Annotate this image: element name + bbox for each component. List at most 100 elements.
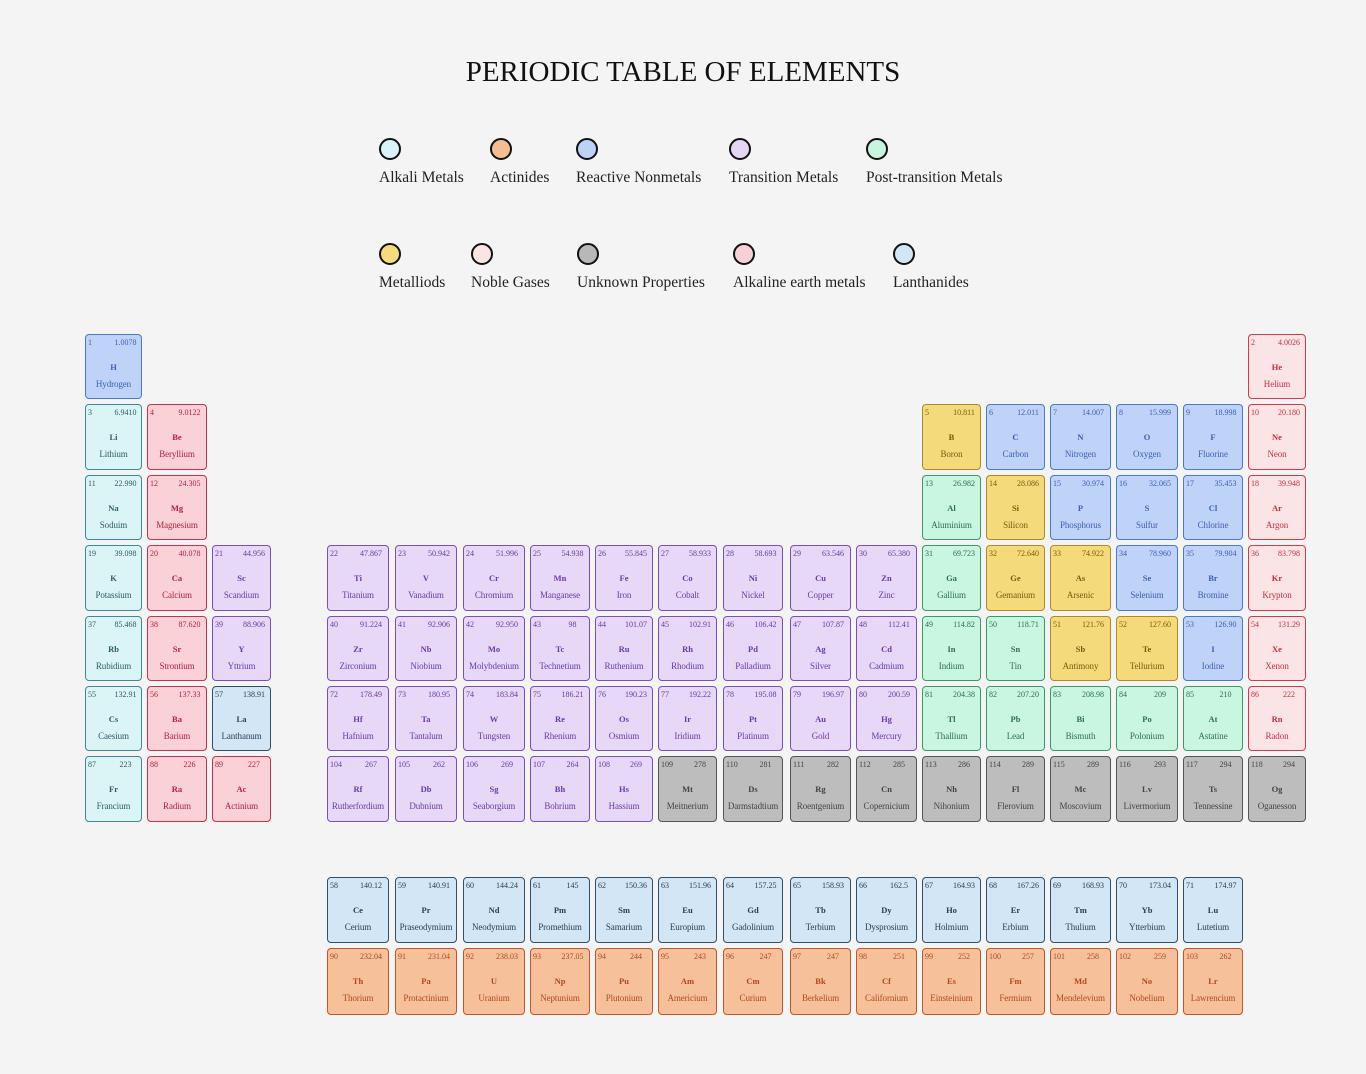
element-cell-meitnerium[interactable]: 109 278 Mt Meitnerium	[658, 756, 717, 822]
element-cell-bromine[interactable]: 35 79.904 Br Bromine	[1183, 545, 1243, 611]
element-cell-technetium[interactable]: 43 98 Tc Technetium	[530, 616, 590, 681]
element-cell-xenon[interactable]: 54 131.29 Xe Xenon	[1248, 616, 1306, 681]
element-cell-krypton[interactable]: 36 83.798 Kr Krypton	[1248, 545, 1306, 611]
element-cell-berkelium[interactable]: 97 247 Bk Berkelium	[790, 948, 851, 1015]
element-cell-curium[interactable]: 96 247 Cm Curium	[723, 948, 783, 1015]
element-cell-manganese[interactable]: 25 54.938 Mn Manganese	[530, 545, 590, 611]
element-cell-argon[interactable]: 18 39.948 Ar Argon	[1248, 475, 1306, 540]
element-cell-lead[interactable]: 82 207.20 Pb Lead	[986, 686, 1045, 751]
element-cell-niobium[interactable]: 41 92.906 Nb Niobium	[395, 616, 457, 681]
element-cell-dubnium[interactable]: 105 262 Db Dubnium	[395, 756, 457, 822]
element-cell-chromium[interactable]: 24 51.996 Cr Chromium	[463, 545, 525, 611]
element-cell-gold[interactable]: 79 196.97 Au Gold	[790, 686, 851, 751]
element-cell-thallium[interactable]: 81 204.38 Tl Thallium	[922, 686, 981, 751]
element-cell-zinc[interactable]: 30 65.380 Zn Zinc	[856, 545, 917, 611]
element-cell-scandium[interactable]: 21 44.956 Sc Scandium	[212, 545, 271, 611]
element-cell-iodine[interactable]: 53 126.90 I Iodine	[1183, 616, 1243, 681]
element-cell-plutonium[interactable]: 94 244 Pu Plutonium	[595, 948, 653, 1015]
element-cell-samarium[interactable]: 62 150.36 Sm Samarium	[595, 877, 653, 943]
element-cell-radon[interactable]: 86 222 Rn Radon	[1248, 686, 1306, 751]
element-cell-rutherfordium[interactable]: 104 267 Rf Rutherfordium	[327, 756, 389, 822]
element-cell-nitrogen[interactable]: 7 14.007 N Nitrogen	[1050, 404, 1111, 470]
element-cell-promethium[interactable]: 61 145 Pm Promethium	[530, 877, 590, 943]
element-cell-mercury[interactable]: 80 200.59 Hg Mercury	[856, 686, 917, 751]
element-cell-gemanium[interactable]: 32 72.640 Ge Gemanium	[986, 545, 1045, 611]
element-cell-strontium[interactable]: 38 87.620 Sr Strontium	[147, 616, 207, 681]
element-cell-phosphorus[interactable]: 15 30.974 P Phosphorus	[1050, 475, 1111, 540]
element-cell-neon[interactable]: 10 20.180 Ne Neon	[1248, 404, 1306, 470]
element-cell-polonium[interactable]: 84 209 Po Polonium	[1116, 686, 1178, 751]
element-cell-livermorium[interactable]: 116 293 Lv Livermorium	[1116, 756, 1178, 822]
element-cell-gallium[interactable]: 31 69.723 Ga Gallium	[922, 545, 981, 611]
element-cell-rhodium[interactable]: 45 102.91 Rh Rhodium	[658, 616, 717, 681]
element-cell-nobelium[interactable]: 102 259 No Nobelium	[1116, 948, 1178, 1015]
element-cell-neodymium[interactable]: 60 144.24 Nd Neodymium	[463, 877, 525, 943]
element-cell-americium[interactable]: 95 243 Am Americium	[658, 948, 717, 1015]
element-cell-chlorine[interactable]: 17 35.453 Cl Chlorine	[1183, 475, 1243, 540]
element-cell-lutetium[interactable]: 71 174.97 Lu Lutetium	[1183, 877, 1243, 943]
element-cell-oxygen[interactable]: 8 15.999 O Oxygen	[1116, 404, 1178, 470]
element-cell-einsteinium[interactable]: 99 252 Es Einsteinium	[922, 948, 981, 1015]
element-cell-francium[interactable]: 87 223 Fr Francium	[85, 756, 142, 822]
element-cell-astatine[interactable]: 85 210 At Astatine	[1183, 686, 1243, 751]
element-cell-rhenium[interactable]: 75 186.21 Re Rhenium	[530, 686, 590, 751]
element-cell-fluorine[interactable]: 9 18.998 F Fluorine	[1183, 404, 1243, 470]
element-cell-osmium[interactable]: 76 190.23 Os Osmium	[595, 686, 653, 751]
element-cell-calcium[interactable]: 20 40.078 Ca Calcium	[147, 545, 207, 611]
element-cell-neptunium[interactable]: 93 237.05 Np Neptunium	[530, 948, 590, 1015]
element-cell-dysprosium[interactable]: 66 162.5 Dy Dysprosium	[856, 877, 917, 943]
element-cell-iridium[interactable]: 77 192.22 Ir Iridium	[658, 686, 717, 751]
element-cell-tin[interactable]: 50 118.71 Sn Tin	[986, 616, 1045, 681]
element-cell-yttrium[interactable]: 39 88.906 Y Yttrium	[212, 616, 271, 681]
element-cell-fermium[interactable]: 100 257 Fm Fermium	[986, 948, 1045, 1015]
element-cell-platinum[interactable]: 78 195.08 Pt Platinum	[723, 686, 783, 751]
element-cell-protactinium[interactable]: 91 231.04 Pa Protactinium	[395, 948, 457, 1015]
element-cell-bismuth[interactable]: 83 208.98 Bi Bismuth	[1050, 686, 1111, 751]
element-cell-soduim[interactable]: 11 22.990 Na Soduim	[85, 475, 142, 540]
element-cell-boron[interactable]: 5 10.811 B Boron	[922, 404, 981, 470]
element-cell-lithium[interactable]: 3 6.9410 Li Lithium	[85, 404, 142, 470]
element-cell-beryllium[interactable]: 4 9.0122 Be Beryllium	[147, 404, 207, 470]
element-cell-cadmium[interactable]: 48 112.41 Cd Cadmium	[856, 616, 917, 681]
element-cell-terbium[interactable]: 65 158.93 Tb Terbium	[790, 877, 851, 943]
element-cell-tantalum[interactable]: 73 180.95 Ta Tantalum	[395, 686, 457, 751]
element-cell-helium[interactable]: 2 4.0026 He Helium	[1248, 334, 1306, 399]
element-cell-iron[interactable]: 26 55.845 Fe Iron	[595, 545, 653, 611]
element-cell-rubidium[interactable]: 37 85.468 Rb Rubidium	[85, 616, 142, 681]
element-cell-lanthanum[interactable]: 57 138.91 La Lanthanum	[212, 686, 271, 751]
element-cell-nihonium[interactable]: 113 286 Nh Nihonium	[922, 756, 981, 822]
element-cell-bohrium[interactable]: 107 264 Bh Bohrium	[530, 756, 590, 822]
element-cell-ruthenium[interactable]: 44 101.07 Ru Ruthenium	[595, 616, 653, 681]
element-cell-thorium[interactable]: 90 232.04 Th Thorium	[327, 948, 389, 1015]
element-cell-cerium[interactable]: 58 140.12 Ce Cerium	[327, 877, 389, 943]
element-cell-titanium[interactable]: 22 47.867 Ti Titanium	[327, 545, 389, 611]
element-cell-lawrencium[interactable]: 103 262 Lr Lawrencium	[1183, 948, 1243, 1015]
element-cell-selenium[interactable]: 34 78.960 Se Selenium	[1116, 545, 1178, 611]
element-cell-tennessine[interactable]: 117 294 Ts Tennessine	[1183, 756, 1243, 822]
element-cell-cobalt[interactable]: 27 58.933 Co Cobalt	[658, 545, 717, 611]
element-cell-carbon[interactable]: 6 12.011 C Carbon	[986, 404, 1045, 470]
element-cell-gadolinium[interactable]: 64 157.25 Gd Gadolinium	[723, 877, 783, 943]
element-cell-caesium[interactable]: 55 132.91 Cs Caesium	[85, 686, 142, 751]
element-cell-hydrogen[interactable]: 1 1.0078 H Hydrogen	[85, 334, 142, 399]
element-cell-tellurium[interactable]: 52 127.60 Te Tellurium	[1116, 616, 1178, 681]
element-cell-holmium[interactable]: 67 164.93 Ho Holmium	[922, 877, 981, 943]
element-cell-californium[interactable]: 98 251 Cf Californium	[856, 948, 917, 1015]
element-cell-thulium[interactable]: 69 168.93 Tm Thulium	[1050, 877, 1111, 943]
element-cell-europium[interactable]: 63 151.96 Eu Europium	[658, 877, 717, 943]
element-cell-hafnium[interactable]: 72 178.49 Hf Hafnium	[327, 686, 389, 751]
element-cell-copernicium[interactable]: 112 285 Cn Copernicium	[856, 756, 917, 822]
element-cell-tungsten[interactable]: 74 183.84 W Tungsten	[463, 686, 525, 751]
element-cell-antimony[interactable]: 51 121.76 Sb Antimony	[1050, 616, 1111, 681]
element-cell-radium[interactable]: 88 226 Ra Radium	[147, 756, 207, 822]
element-cell-barium[interactable]: 56 137.33 Ba Barium	[147, 686, 207, 751]
element-cell-ytterbium[interactable]: 70 173.04 Yb Ytterbium	[1116, 877, 1178, 943]
element-cell-silver[interactable]: 47 107.87 Ag Silver	[790, 616, 851, 681]
element-cell-magnesium[interactable]: 12 24.305 Mg Magnesium	[147, 475, 207, 540]
element-cell-sulfur[interactable]: 16 32.065 S Sulfur	[1116, 475, 1178, 540]
element-cell-darmstadtium[interactable]: 110 281 Ds Darmstadtium	[723, 756, 783, 822]
element-cell-oganesson[interactable]: 118 294 Og Oganesson	[1248, 756, 1306, 822]
element-cell-praseodymium[interactable]: 59 140.91 Pr Praseodymium	[395, 877, 457, 943]
element-cell-actinium[interactable]: 89 227 Ac Actinium	[212, 756, 271, 822]
element-cell-zirconium[interactable]: 40 91.224 Zr Zirconium	[327, 616, 389, 681]
